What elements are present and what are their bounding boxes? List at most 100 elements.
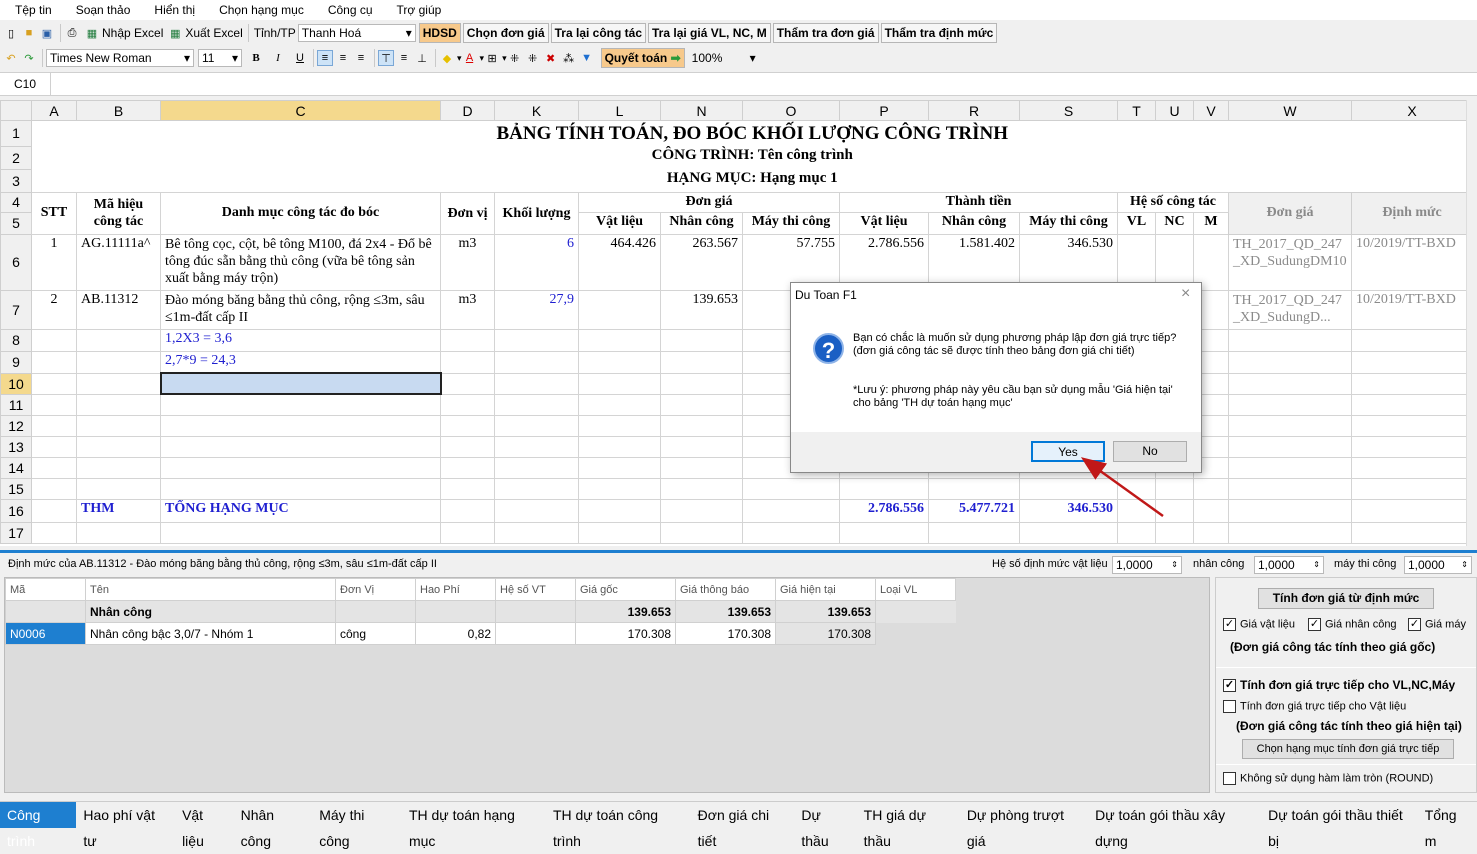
cell-price-source[interactable]: TH_2017_QD_247_XD_SudungDM10 [1228,233,1352,291]
cell[interactable] [1155,521,1194,544]
header-material[interactable]: Vật liệu [839,211,929,235]
row-header[interactable]: 5 [0,211,32,235]
row-header[interactable]: 2 [0,145,32,170]
row-consumption[interactable]: 0,82 [415,622,496,645]
cell[interactable] [839,521,929,544]
header-labor[interactable]: Nhân công [928,211,1020,235]
cell[interactable] [660,477,743,500]
tab-vat-lieu[interactable]: Vật liệu [175,802,234,849]
group-cell[interactable] [415,600,496,623]
cell-formula[interactable]: 1,2X3 = 3,6 [160,328,441,352]
tab-cong-trinh[interactable]: Công trình [0,801,77,849]
cell-labor-price[interactable]: 139.653 [660,289,743,330]
cell[interactable] [839,477,929,500]
row-base-price[interactable]: 170.308 [575,622,676,645]
header-labor[interactable]: Nhân công [660,211,743,235]
cell[interactable] [494,393,579,416]
cell[interactable] [160,521,441,544]
cell[interactable] [31,350,77,374]
header-amount[interactable]: Thành tiền [839,191,1118,213]
cell[interactable] [1351,477,1473,500]
column-header[interactable]: D [440,100,495,121]
cell[interactable] [76,521,161,544]
row-header[interactable]: 11 [0,393,32,416]
col-coef[interactable]: Hệ số VT [495,578,576,601]
choose-category-button[interactable]: Chọn hạng mục tính đơn giá trực tiếp [1242,739,1454,759]
cell[interactable] [1155,498,1194,523]
column-header[interactable]: A [31,100,77,121]
align-top-icon[interactable]: ⊤ [378,50,394,66]
header-work-name[interactable]: Danh mục công tác đo bóc [160,191,441,235]
group-cell[interactable] [5,600,86,623]
row-name[interactable]: Nhân công bậc 3,0/7 - Nhóm 1 [85,622,336,645]
tab-goi-thau-xay-dung[interactable]: Dự toán gói thầu xây dựng [1088,802,1261,849]
cell[interactable] [1351,456,1473,479]
cell[interactable] [440,414,495,437]
print-icon[interactable]: ⎙ [64,25,80,41]
column-header[interactable]: T [1117,100,1156,121]
cell[interactable] [440,393,495,416]
export-excel-button[interactable]: ▦ Xuất Excel [167,24,243,42]
cell[interactable] [1228,372,1352,395]
choose-unit-price-button[interactable]: Chọn đơn giá [462,23,549,43]
checkbox-direct-all[interactable]: ✓ Tính đơn giá trực tiếp cho VL,NC,Máy [1223,678,1455,693]
header-coef-nc[interactable]: NC [1155,211,1194,235]
cell[interactable] [440,435,495,458]
cell[interactable] [494,414,579,437]
cell[interactable] [578,289,661,330]
header-quantity[interactable]: Khối lượng [494,191,579,235]
cell[interactable] [1351,328,1473,352]
cell[interactable] [660,328,743,352]
align-bottom-icon[interactable]: ⊥ [414,50,430,66]
col-base-price[interactable]: Giá gốc [575,578,676,601]
cell[interactable] [1193,498,1229,523]
col-unit[interactable]: Đơn Vị [335,578,416,601]
row-header[interactable]: 1 [0,120,32,147]
header-code[interactable]: Mã hiệu công tác [76,191,161,235]
cell[interactable] [1228,350,1352,374]
cell[interactable] [1228,521,1352,544]
cell[interactable] [440,328,495,352]
cell-material-price[interactable]: 464.426 [578,233,661,291]
cell[interactable] [660,372,743,395]
cell[interactable] [578,350,661,374]
cell[interactable] [1351,350,1473,374]
cell[interactable] [742,521,840,544]
tab-goi-thau-thiet-bi[interactable]: Dự toán gói thầu thiết bị [1261,802,1418,849]
row-code[interactable]: N0006 [5,622,86,645]
cell[interactable] [31,328,77,352]
align-left-icon[interactable]: ≡ [317,50,333,66]
cell[interactable] [494,372,579,395]
total-code[interactable]: THM [76,498,161,523]
menu-help[interactable]: Trợ giúp [382,3,451,17]
settle-button[interactable]: Quyết toán ➡ [600,48,685,68]
row-header[interactable]: 9 [0,350,32,374]
undo-icon[interactable]: ↶ [3,50,19,66]
spinner-icon[interactable]: ⇕ [1171,557,1178,573]
total-material[interactable]: 2.786.556 [839,498,929,523]
cell-quantity[interactable]: 27,9 [494,289,579,330]
close-icon[interactable]: × [1181,285,1190,303]
cell[interactable] [742,498,840,523]
cell[interactable] [440,521,495,544]
open-folder-icon[interactable]: ■ [21,25,37,41]
province-select[interactable]: Thanh Hoá ▾ [297,24,416,42]
group-announced-price[interactable]: 139.653 [675,600,776,623]
row-header[interactable]: 14 [0,456,32,479]
row-header[interactable]: 8 [0,328,32,352]
column-header[interactable]: N [660,100,743,121]
cell[interactable] [928,477,1020,500]
sheet-title[interactable]: BẢNG TÍNH TOÁN, ĐO BÓC KHỐI LƯỢNG CÔNG T… [32,121,1473,147]
delete-icon[interactable]: ✖ [543,50,559,66]
tab-du-thau[interactable]: Dự thầu [794,802,856,849]
cell[interactable] [31,521,77,544]
cell[interactable] [660,498,743,523]
cell[interactable] [578,372,661,395]
cell[interactable] [660,456,743,479]
cell[interactable] [494,456,579,479]
col-current-price[interactable]: Giá hiện tại [775,578,876,601]
checkbox-no-round[interactable]: Không sử dụng hàm làm tròn (ROUND) [1223,772,1433,785]
cell[interactable] [31,393,77,416]
tab-don-gia-chi-tiet[interactable]: Đơn giá chi tiết [691,802,795,849]
header-price-source[interactable]: Đơn giá [1228,191,1352,235]
